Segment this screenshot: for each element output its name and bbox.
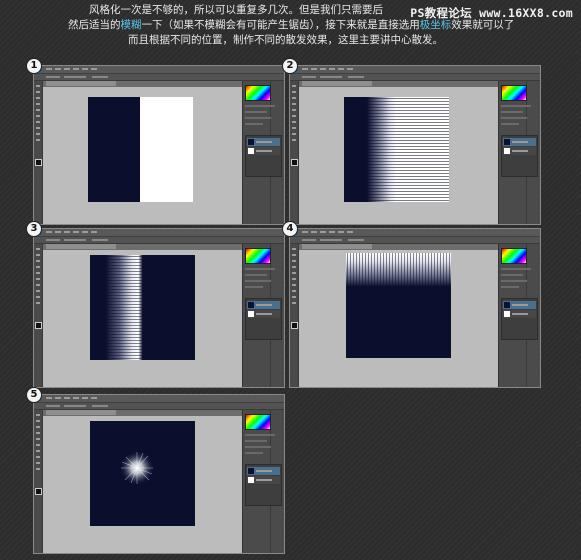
tools-panel[interactable] <box>290 81 299 224</box>
layers-panel[interactable] <box>245 464 282 506</box>
panel-dock[interactable] <box>242 244 284 387</box>
tools-panel[interactable] <box>34 81 43 224</box>
step-4-screenshot <box>289 228 541 388</box>
options-bar <box>34 237 284 244</box>
canvas-polar-burst <box>90 421 195 526</box>
app-menu-bar <box>34 66 284 74</box>
options-bar <box>290 74 540 81</box>
step-5-screenshot <box>33 394 285 554</box>
step-2-screenshot <box>289 65 541 225</box>
swatches-icon[interactable] <box>245 414 271 430</box>
layer-row[interactable] <box>503 138 536 146</box>
intro-line-3: 而且根据不同的位置，制作不同的散发效果，这里主要讲中心散发。 <box>128 34 443 46</box>
canvas-workspace[interactable] <box>299 87 498 224</box>
tools-panel[interactable] <box>290 244 299 387</box>
tools-panel[interactable] <box>34 410 43 553</box>
app-menu-bar <box>34 395 284 403</box>
canvas-workspace[interactable] <box>43 87 242 224</box>
layer-row[interactable] <box>247 301 280 309</box>
color-swatch-icon[interactable] <box>35 322 42 329</box>
options-bar <box>34 74 284 81</box>
burst-icon <box>120 451 154 485</box>
step-badge: 3 <box>27 222 41 236</box>
document-tab[interactable] <box>302 244 372 249</box>
color-swatch-icon[interactable] <box>35 159 42 166</box>
canvas-wind-effect <box>344 97 449 202</box>
color-swatch-icon[interactable] <box>291 159 298 166</box>
options-bar <box>290 237 540 244</box>
canvas-wind-reversed <box>90 255 195 360</box>
app-menu-bar <box>290 66 540 74</box>
step-badge: 2 <box>283 59 297 73</box>
panel-dock[interactable] <box>498 244 540 387</box>
panel-dock[interactable] <box>242 410 284 553</box>
options-bar <box>34 403 284 410</box>
layer-row[interactable] <box>247 147 280 155</box>
color-swatch-icon[interactable] <box>291 322 298 329</box>
blur-term: 模糊 <box>120 19 142 31</box>
layer-row[interactable] <box>503 310 536 318</box>
layer-row[interactable] <box>247 310 280 318</box>
layers-panel[interactable] <box>501 298 538 340</box>
step-badge: 5 <box>27 388 41 402</box>
tools-panel[interactable] <box>34 244 43 387</box>
swatches-icon[interactable] <box>245 248 271 264</box>
app-menu-bar <box>34 229 284 237</box>
layers-panel[interactable] <box>245 135 282 177</box>
canvas-navy-half <box>88 97 140 202</box>
document-tab[interactable] <box>46 81 116 86</box>
step-badge: 1 <box>27 59 41 73</box>
color-swatch-icon[interactable] <box>35 488 42 495</box>
swatches-icon[interactable] <box>245 85 271 101</box>
panel-dock[interactable] <box>498 81 540 224</box>
step-1-screenshot <box>33 65 285 225</box>
canvas-rotated-streaks <box>346 253 451 358</box>
document-tab[interactable] <box>302 81 372 86</box>
layer-row[interactable] <box>503 147 536 155</box>
layer-row[interactable] <box>503 301 536 309</box>
step-3-screenshot <box>33 228 285 388</box>
canvas-white-half <box>140 97 193 202</box>
swatches-icon[interactable] <box>501 248 527 264</box>
layer-row[interactable] <box>247 476 280 484</box>
canvas-workspace[interactable] <box>43 416 242 553</box>
document-tab[interactable] <box>46 410 116 415</box>
watermark-text: PS教程论坛 www.16XX8.com <box>410 6 573 20</box>
canvas-workspace[interactable] <box>43 250 242 387</box>
layer-row[interactable] <box>247 467 280 475</box>
layers-panel[interactable] <box>245 298 282 340</box>
intro-line-1: 风格化一次是不够的，所以可以重复多几次。但是我们只需要后 <box>89 4 383 16</box>
canvas-workspace[interactable] <box>299 250 498 387</box>
step-badge: 4 <box>283 222 297 236</box>
layers-panel[interactable] <box>501 135 538 177</box>
swatches-icon[interactable] <box>501 85 527 101</box>
app-menu-bar <box>290 229 540 237</box>
document-tab[interactable] <box>46 244 116 249</box>
layer-row[interactable] <box>247 138 280 146</box>
panel-dock[interactable] <box>242 81 284 224</box>
